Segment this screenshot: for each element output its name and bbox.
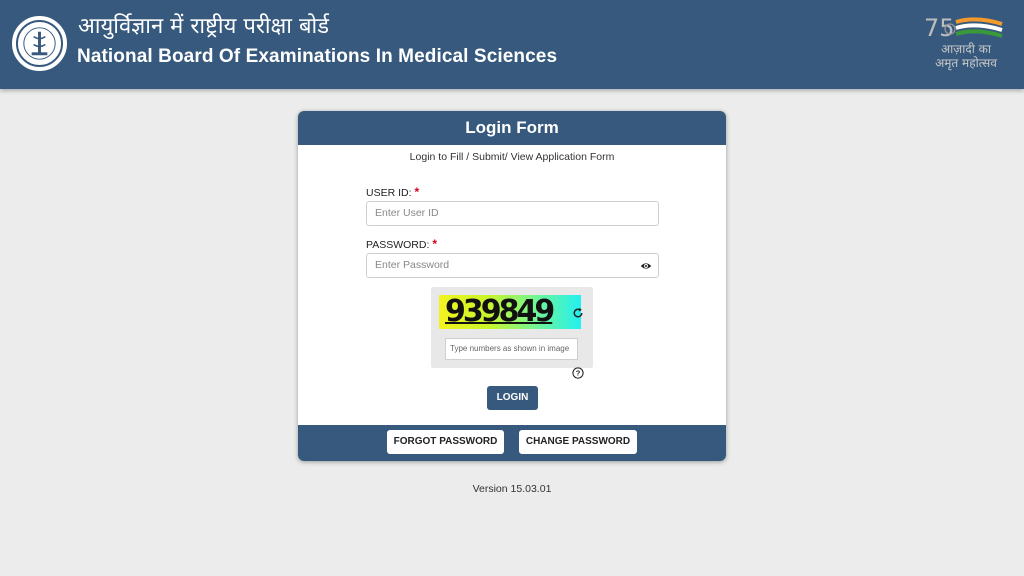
version-text: Version 15.03.01 — [472, 483, 552, 495]
password-placeholder: Enter Password — [375, 259, 450, 271]
help-icon[interactable]: ? — [572, 367, 584, 379]
captcha-placeholder: Type numbers as shown in image — [450, 344, 570, 353]
login-button[interactable]: LOGIN — [487, 386, 538, 410]
login-form-title: Login Form — [298, 111, 726, 145]
change-password-button[interactable]: CHANGE PASSWORD — [519, 430, 637, 454]
forgot-password-button[interactable]: FORGOT PASSWORD — [387, 430, 504, 454]
nbe-logo-icon — [12, 16, 67, 71]
english-title: National Board Of Examinations In Medica… — [77, 46, 558, 67]
captcha-panel: 939849 Type numbers as shown in image — [431, 287, 593, 368]
user-id-input[interactable]: Enter User ID — [366, 201, 659, 226]
captcha-image: 939849 — [439, 295, 581, 329]
required-mark: * — [432, 237, 438, 251]
azadi-emblem-icon: 75 आज़ादी का अमृत महोत्सव — [916, 12, 1016, 78]
azadi-number: 75 — [924, 14, 955, 42]
hindi-title: आयुर्विज्ञान में राष्ट्रीय परीक्षा बोर्ड — [78, 14, 330, 39]
user-id-label: USER ID: * — [366, 185, 420, 199]
captcha-input[interactable]: Type numbers as shown in image — [445, 338, 578, 360]
eye-icon[interactable] — [640, 260, 652, 272]
user-id-placeholder: Enter User ID — [375, 207, 439, 219]
site-header: आयुर्विज्ञान में राष्ट्रीय परीक्षा बोर्ड… — [0, 0, 1024, 89]
login-card-footer: FORGOT PASSWORD CHANGE PASSWORD — [298, 425, 726, 461]
azadi-line1: आज़ादी का — [941, 42, 991, 56]
login-form-subtitle: Login to Fill / Submit/ View Application… — [409, 151, 615, 163]
azadi-line2: अमृत महोत्सव — [935, 56, 997, 70]
required-mark: * — [414, 185, 420, 199]
password-label: PASSWORD: * — [366, 237, 438, 251]
password-input[interactable]: Enter Password — [366, 253, 659, 278]
refresh-icon[interactable] — [572, 307, 584, 319]
login-card: Login Form Login to Fill / Submit/ View … — [298, 111, 726, 461]
svg-text:?: ? — [576, 369, 581, 378]
